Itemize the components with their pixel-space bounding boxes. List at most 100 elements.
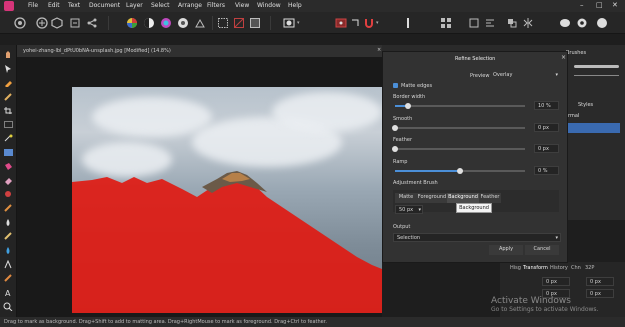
tab-brushes[interactable]: Brushes [566, 50, 586, 56]
menu-view[interactable]: View [235, 3, 249, 9]
dodge-tool-icon[interactable] [3, 190, 14, 199]
matte-edges-checkbox[interactable] [393, 83, 398, 88]
smooth-slider-knob[interactable] [392, 125, 398, 131]
menu-window[interactable]: Window [257, 3, 281, 9]
menu-filters[interactable]: Filters [207, 3, 225, 9]
tab-32p[interactable]: 32P [585, 265, 594, 271]
close-window-icon[interactable]: ✕ [612, 1, 618, 9]
blur-tool-icon[interactable] [3, 218, 14, 227]
watermark-line1: Activate Windows [491, 296, 571, 306]
ramp-slider-knob[interactable] [457, 168, 463, 174]
shape-tool-icon[interactable] [3, 274, 14, 283]
marquee-icon[interactable] [217, 17, 229, 29]
chevron-down-icon[interactable]: ▾ [297, 20, 309, 32]
tab-history[interactable]: History [550, 265, 568, 271]
layer-row-selected[interactable] [568, 123, 620, 133]
zoom-tool-icon[interactable] [3, 302, 14, 311]
settings-cog-icon[interactable] [576, 17, 588, 29]
brush-mode-background[interactable]: Background [447, 193, 479, 203]
border-width-field[interactable]: 10 % [534, 101, 559, 110]
menu-select[interactable]: Select [151, 3, 170, 9]
hsl-icon[interactable] [160, 17, 172, 29]
levels-icon[interactable] [194, 17, 206, 29]
feather-field[interactable]: 0 px [534, 144, 559, 153]
brush-mode-feather[interactable]: Feather [479, 193, 501, 203]
menu-edit[interactable]: Edit [48, 3, 60, 9]
tab-hisg[interactable]: Hisg [510, 265, 521, 271]
brush-mode-foreground[interactable]: Foreground [417, 193, 447, 203]
maximize-icon[interactable]: □ [596, 1, 603, 9]
move-tool-icon[interactable] [3, 64, 14, 73]
white-balance-icon[interactable] [177, 17, 189, 29]
border-width-slider[interactable] [395, 103, 525, 109]
dialog-close-icon[interactable]: × [561, 55, 566, 61]
transform-y-field[interactable]: 0 px [586, 277, 614, 286]
brush-size-field[interactable]: 50 px ▾ [395, 205, 423, 214]
invert-selection-icon[interactable] [249, 17, 261, 29]
align-icon[interactable] [484, 17, 496, 29]
hexagon-icon[interactable] [51, 17, 63, 29]
arrange-icon[interactable] [506, 17, 518, 29]
output-select[interactable]: Selection ▾ [393, 233, 561, 242]
flood-select-icon[interactable] [3, 134, 14, 143]
smooth-field[interactable]: 0 px [534, 123, 559, 132]
brush-icon[interactable] [402, 17, 414, 29]
clone-tool-icon[interactable] [3, 204, 14, 213]
export-persona-icon[interactable] [69, 17, 81, 29]
apply-button[interactable]: Apply [489, 245, 523, 255]
share-icon[interactable] [86, 17, 98, 29]
tab-transform[interactable]: Transform [523, 265, 548, 271]
view-tool-icon[interactable] [3, 50, 14, 59]
menu-document[interactable]: Document [89, 3, 120, 9]
magnet-icon[interactable] [363, 17, 375, 29]
help-icon[interactable] [596, 17, 608, 29]
menu-file[interactable]: File [28, 3, 38, 9]
document-tab[interactable]: yohei-zhang-lbl_dPtU0bNA-unsplash.jpg [M… [17, 45, 382, 57]
menu-layer[interactable]: Layer [126, 3, 143, 9]
photo-canvas[interactable] [72, 87, 382, 313]
ramp-field[interactable]: 0 % [534, 166, 559, 175]
chat-icon[interactable] [559, 17, 571, 29]
gradient-tool-icon[interactable] [3, 148, 14, 157]
color-wheel-icon[interactable] [126, 17, 138, 29]
fill-tool-icon[interactable] [3, 162, 14, 171]
toolbar-separator [212, 16, 213, 30]
erase-tool-icon[interactable] [3, 176, 14, 185]
paint-brush-tool-icon[interactable] [3, 92, 14, 101]
snapping-icon[interactable] [349, 17, 361, 29]
border-width-slider-knob[interactable] [405, 103, 411, 109]
tab-styles[interactable]: Styles [578, 102, 593, 108]
close-document-icon[interactable]: × [377, 47, 381, 53]
tab-channels[interactable]: Chn [571, 265, 581, 271]
develop-persona-icon[interactable] [36, 17, 48, 29]
menu-help[interactable]: Help [288, 3, 302, 9]
transform-icon[interactable] [468, 17, 480, 29]
minimize-icon[interactable]: – [580, 1, 584, 9]
menu-text[interactable]: Text [68, 3, 80, 9]
feather-slider[interactable] [392, 146, 525, 152]
menu-arrange[interactable]: Arrange [178, 3, 202, 9]
pen-tool-icon[interactable] [3, 260, 14, 269]
feather-slider-knob[interactable] [392, 146, 398, 152]
crop-tool-icon[interactable] [3, 106, 14, 115]
blend-mode-label[interactable]: rmal [568, 113, 579, 119]
selection-brush-icon[interactable] [3, 120, 14, 129]
smudge-tool-icon[interactable] [3, 246, 14, 255]
smooth-slider[interactable] [392, 125, 525, 131]
flip-icon[interactable] [522, 17, 534, 29]
pixel-persona-icon[interactable] [14, 17, 26, 29]
quick-mask-icon[interactable] [283, 17, 295, 29]
transform-x-field[interactable]: 0 px [542, 277, 570, 286]
chevron-down-icon[interactable]: ▾ [376, 20, 388, 32]
brush-mode-matte[interactable]: Matte [395, 193, 417, 203]
grid-icon[interactable] [440, 17, 452, 29]
deselect-icon[interactable] [233, 17, 245, 29]
healing-tool-icon[interactable] [3, 232, 14, 241]
ramp-slider[interactable] [395, 168, 525, 174]
cancel-button[interactable]: Cancel [525, 245, 559, 255]
preview-mode-select[interactable]: Overlay ▾ [490, 71, 560, 80]
contrast-icon[interactable] [143, 17, 155, 29]
color-picker-icon[interactable] [3, 78, 14, 87]
text-tool-icon[interactable]: A [3, 288, 14, 297]
assistant-icon[interactable] [335, 17, 347, 29]
